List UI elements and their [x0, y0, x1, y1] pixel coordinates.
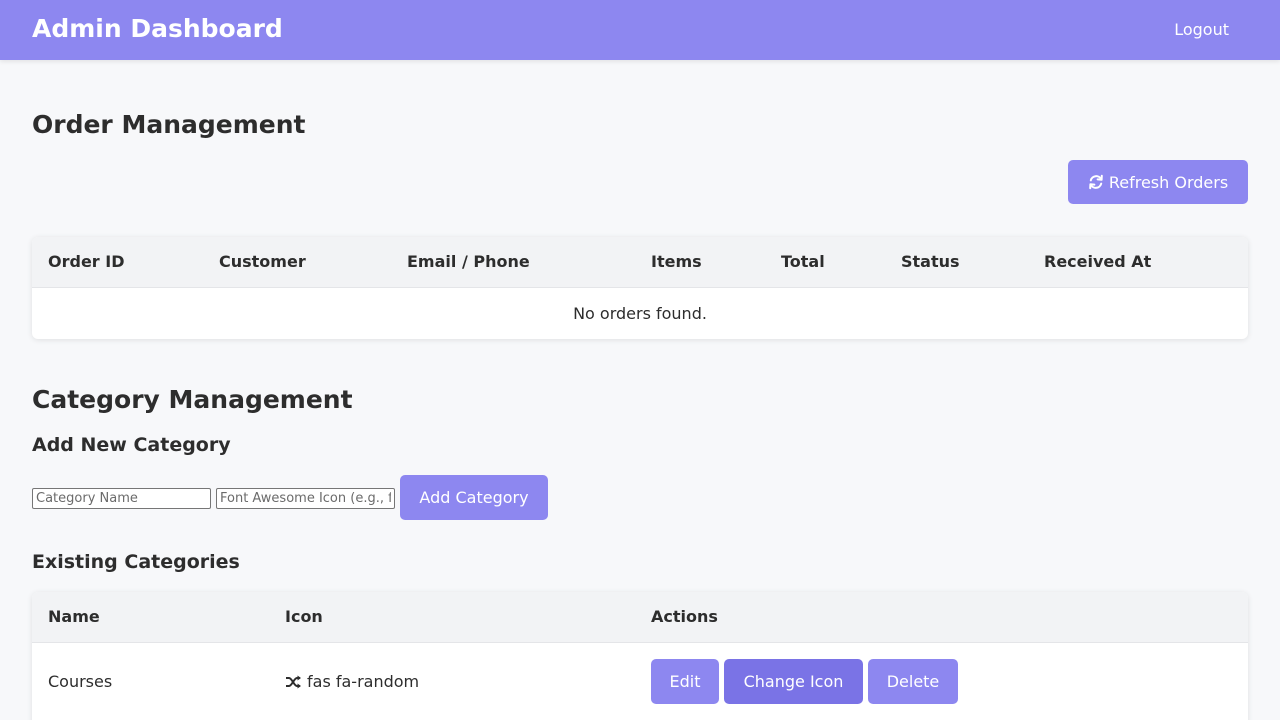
column-email-phone: Email / Phone [407, 252, 530, 271]
edit-category-button[interactable]: Edit [651, 659, 719, 704]
refresh-orders-label: Refresh Orders [1108, 172, 1229, 192]
shuffle-icon [286, 675, 301, 689]
order-management-heading: Order Management [32, 110, 306, 139]
categories-table-header: Name Icon Actions [32, 592, 1248, 643]
category-icon-cell: fas fa-random [285, 672, 419, 692]
column-icon: Icon [285, 607, 323, 626]
column-total: Total [781, 252, 825, 271]
add-category-heading: Add New Category [32, 434, 231, 456]
orders-table: Order ID Customer Email / Phone Items To… [32, 237, 1248, 339]
delete-category-button[interactable]: Delete [868, 659, 958, 704]
refresh-orders-button[interactable]: Refresh Orders [1068, 160, 1248, 204]
category-icon-input[interactable] [216, 488, 395, 509]
column-name: Name [48, 607, 100, 626]
logout-link[interactable]: Logout [1174, 20, 1229, 40]
column-received-at: Received At [1044, 252, 1152, 271]
column-items: Items [651, 252, 702, 271]
existing-categories-heading: Existing Categories [32, 551, 240, 573]
categories-table: Name Icon Actions Courses fas fa-random … [32, 592, 1248, 720]
change-icon-button[interactable]: Change Icon [724, 659, 863, 704]
category-management-heading: Category Management [32, 385, 353, 414]
column-status: Status [901, 252, 960, 271]
top-navbar: Admin Dashboard Logout [0, 0, 1280, 60]
category-name-input[interactable] [32, 488, 211, 509]
app-title: Admin Dashboard [32, 14, 283, 43]
category-name: Courses [48, 672, 113, 691]
category-icon-class: fas fa-random [307, 672, 420, 691]
column-customer: Customer [219, 252, 306, 271]
sync-icon [1089, 174, 1103, 190]
column-actions: Actions [651, 607, 718, 626]
add-category-button[interactable]: Add Category [400, 475, 548, 520]
orders-table-header: Order ID Customer Email / Phone Items To… [32, 237, 1248, 288]
orders-empty-message: No orders found. [573, 304, 707, 323]
column-order-id: Order ID [48, 252, 125, 271]
